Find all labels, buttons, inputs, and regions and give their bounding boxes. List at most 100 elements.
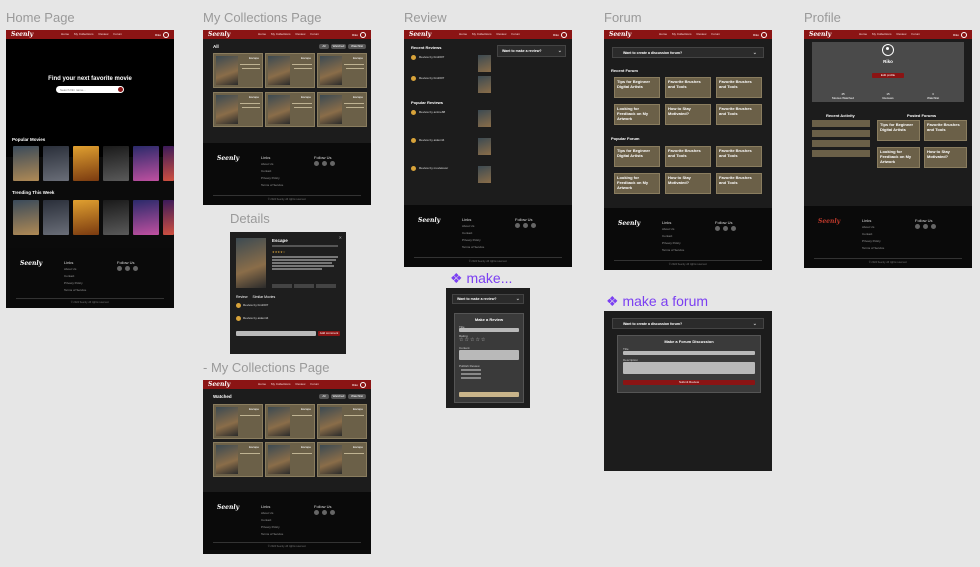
nav-link-review[interactable]: Review	[897, 32, 907, 36]
forum-card[interactable]: Tips for Beginner Digital Artists	[877, 120, 920, 141]
nav-link-review[interactable]: Review	[296, 32, 306, 36]
nav-link-home[interactable]: Home	[659, 32, 667, 36]
make-review-dropdown[interactable]: Want to make a review? ⌄	[497, 45, 566, 57]
facebook-icon[interactable]	[915, 224, 920, 229]
forum-card[interactable]: Favorite Brushes and Tools	[665, 146, 711, 167]
x-icon[interactable]	[330, 161, 335, 166]
nav-link-home[interactable]: Home	[258, 32, 266, 36]
description-textarea[interactable]	[623, 362, 755, 374]
title-input[interactable]	[459, 328, 519, 332]
comment-input[interactable]	[236, 331, 316, 336]
movie-poster[interactable]	[43, 200, 69, 235]
movie-poster[interactable]	[103, 200, 129, 235]
movie-card[interactable]: Escape	[213, 92, 263, 127]
facebook-icon[interactable]	[715, 226, 720, 231]
activity-item[interactable]	[812, 120, 870, 127]
nav-link-forum[interactable]: Forum	[711, 32, 720, 36]
facebook-icon[interactable]	[515, 223, 520, 228]
instagram-icon[interactable]	[322, 161, 327, 166]
search-input[interactable]: Search film name...	[56, 86, 124, 93]
action-button[interactable]	[294, 284, 314, 288]
instagram-icon[interactable]	[322, 510, 327, 515]
movie-thumbnail[interactable]	[478, 55, 491, 72]
forum-card[interactable]: How to Stay Motivated?	[665, 173, 711, 194]
rating-stars[interactable]: ☆☆☆☆☆	[459, 337, 486, 343]
nav-link-review[interactable]: Review	[99, 32, 109, 36]
forum-card[interactable]: Favorite Brushes and Tools	[924, 120, 967, 141]
movie-poster[interactable]	[163, 146, 174, 181]
title-input[interactable]	[623, 351, 755, 355]
movie-poster[interactable]	[133, 200, 159, 235]
x-icon[interactable]	[330, 510, 335, 515]
movie-card[interactable]: Escape	[317, 442, 367, 477]
forum-card[interactable]: Looking for Feedback on My Artwork	[614, 173, 660, 194]
tab-similar[interactable]: Similar Movies	[252, 295, 275, 299]
nav-link-forum[interactable]: Forum	[310, 382, 319, 386]
x-icon[interactable]	[931, 224, 936, 229]
instagram-icon[interactable]	[523, 223, 528, 228]
nav-link-collections[interactable]: My Collections	[74, 32, 94, 36]
user-menu[interactable]: Riko	[553, 32, 567, 38]
movie-card[interactable]: Escape	[317, 92, 367, 127]
forum-card[interactable]: Favorite Brushes and Tools	[716, 146, 762, 167]
nav-link-collections[interactable]: My Collections	[872, 32, 892, 36]
logo[interactable]: Seenly	[208, 381, 230, 388]
nav-link-collections[interactable]: My Collections	[472, 32, 492, 36]
forum-card[interactable]: Tips for Beginner Digital Artists	[614, 146, 660, 167]
nav-link-home[interactable]: Home	[859, 32, 867, 36]
close-icon[interactable]: ✕	[339, 235, 342, 240]
forum-card[interactable]: Favorite Brushes and Tools	[716, 77, 762, 98]
user-menu[interactable]: Riko	[155, 32, 169, 38]
movie-thumbnail[interactable]	[478, 166, 491, 183]
facebook-icon[interactable]	[117, 266, 122, 271]
add-comment-button[interactable]: Add comment	[318, 331, 340, 336]
logo[interactable]: Seenly	[609, 31, 631, 38]
filter-watched[interactable]: Watched	[331, 394, 346, 399]
nav-link-forum[interactable]: Forum	[911, 32, 920, 36]
movie-poster[interactable]	[163, 200, 174, 235]
movie-thumbnail[interactable]	[478, 138, 491, 155]
movie-poster[interactable]	[43, 146, 69, 181]
instagram-icon[interactable]	[723, 226, 728, 231]
movie-poster[interactable]	[133, 146, 159, 181]
logo[interactable]: Seenly	[208, 31, 230, 38]
movie-thumbnail[interactable]	[478, 76, 491, 93]
filter-all[interactable]: All	[319, 394, 329, 399]
action-button[interactable]	[316, 284, 336, 288]
forum-card[interactable]: Favorite Brushes and Tools	[665, 77, 711, 98]
action-button[interactable]	[272, 284, 292, 288]
forum-card[interactable]: Looking for Feedback on My Artwork	[614, 104, 660, 125]
activity-item[interactable]	[812, 150, 870, 157]
movie-thumbnail[interactable]	[478, 110, 491, 127]
movie-card[interactable]: Escape	[265, 404, 315, 439]
instagram-icon[interactable]	[125, 266, 130, 271]
submit-review-button[interactable]	[459, 392, 519, 397]
make-review-dropdown[interactable]: Want to make a review? ⌄	[452, 294, 524, 304]
tab-review[interactable]: Review	[236, 295, 247, 299]
movie-poster[interactable]	[13, 146, 39, 181]
nav-link-forum[interactable]: Forum	[113, 32, 122, 36]
forum-card[interactable]: Favorite Brushes and Tools	[716, 173, 762, 194]
forum-card[interactable]: Tips for Beginner Digital Artists	[614, 77, 660, 98]
forum-card[interactable]: Looking for Feedback on My Artwork	[877, 147, 920, 168]
nav-link-home[interactable]: Home	[258, 382, 266, 386]
logo[interactable]: Seenly	[11, 31, 33, 38]
forum-card[interactable]: How to Stay Motivated?	[924, 147, 967, 168]
movie-card[interactable]: Escape	[213, 53, 263, 88]
user-menu[interactable]: Riko	[352, 382, 366, 388]
facebook-icon[interactable]	[314, 510, 319, 515]
user-menu[interactable]: Riko	[352, 32, 366, 38]
nav-link-review[interactable]: Review	[497, 32, 507, 36]
user-menu[interactable]: Riko	[953, 32, 967, 38]
filter-watched[interactable]: Watched	[331, 44, 346, 49]
movie-card[interactable]: Escape	[213, 442, 263, 477]
user-menu[interactable]: Riko	[753, 32, 767, 38]
nav-link-home[interactable]: Home	[61, 32, 69, 36]
movie-poster[interactable]	[73, 146, 99, 181]
nav-link-collections[interactable]: My Collections	[271, 382, 291, 386]
activity-item[interactable]	[812, 140, 870, 147]
movie-poster[interactable]	[103, 146, 129, 181]
nav-link-forum[interactable]: Forum	[511, 32, 520, 36]
activity-item[interactable]	[812, 130, 870, 137]
movie-card[interactable]: Escape	[265, 53, 315, 88]
